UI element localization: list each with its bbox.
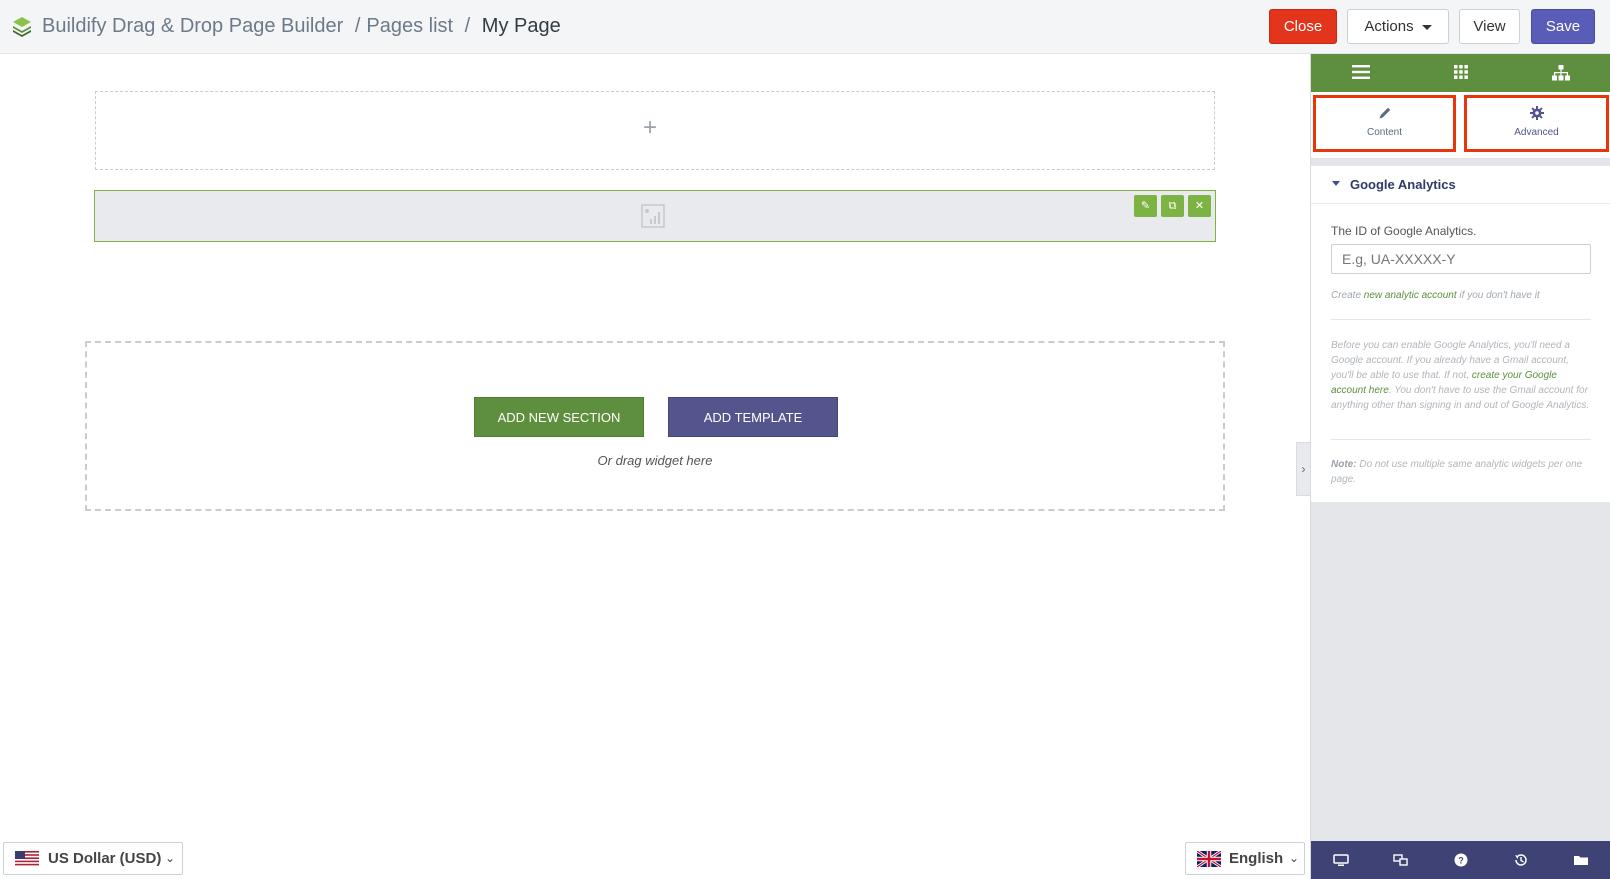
view-button[interactable]: View [1459, 9, 1520, 44]
note-label: Note: [1331, 459, 1357, 470]
close-button[interactable]: Close [1269, 9, 1337, 44]
analytics-info-text: Before you can enable Google Analytics, … [1331, 338, 1591, 413]
svg-text:?: ? [1458, 856, 1464, 866]
panel-top-bar [1311, 54, 1610, 92]
main-dropzone[interactable]: ADD NEW SECTION ADD TEMPLATE Or drag wid… [85, 341, 1225, 511]
add-template-button[interactable]: ADD TEMPLATE [668, 397, 838, 437]
help-suffix: if you don't have it [1456, 290, 1540, 301]
layers-logo-icon [13, 17, 31, 37]
panel-menu-button[interactable] [1311, 54, 1411, 92]
breadcrumb-separator: / [464, 15, 471, 37]
tab-content-label: Content [1366, 127, 1403, 138]
analytics-help-text: Create new analytic account if you don't… [1331, 290, 1591, 301]
pencil-icon [1379, 107, 1390, 119]
language-selector[interactable]: English ⌄ [1185, 842, 1305, 875]
new-analytic-account-link[interactable]: new analytic account [1364, 290, 1457, 301]
tab-advanced-label: Advanced [1514, 127, 1559, 138]
widget-toolbar: ✎ ⧉ ✕ [1134, 195, 1211, 217]
help-icon[interactable]: ? [1453, 852, 1469, 868]
actions-label: Actions [1364, 18, 1414, 35]
caret-down-icon [1421, 24, 1432, 30]
us-flag-icon [15, 851, 39, 867]
top-header: Buildify Drag & Drop Page Builder / Pages… [0, 0, 1610, 54]
add-section-dropzone[interactable]: + [95, 91, 1215, 170]
breadcrumb-separator: / [354, 15, 361, 37]
tab-advanced[interactable]: Advanced [1464, 95, 1609, 152]
chevron-down-icon: ⌄ [1289, 851, 1300, 865]
desktop-icon[interactable] [1333, 852, 1349, 868]
duplicate-widget-icon[interactable]: ⧉ [1161, 195, 1184, 217]
hamburger-icon [1352, 65, 1370, 79]
actions-dropdown-button[interactable]: Actions [1347, 9, 1449, 44]
breadcrumb-home[interactable]: Buildify Drag & Drop Page Builder [42, 15, 343, 37]
note-text: Do not use multiple same analytic widget… [1331, 459, 1583, 485]
grid-icon [1454, 65, 1468, 79]
analytics-id-label: The ID of Google Analytics. [1331, 224, 1477, 238]
analytics-chart-icon [641, 204, 665, 228]
edit-widget-pencil-icon[interactable]: ✎ [1134, 195, 1157, 217]
section-title: Google Analytics [1350, 177, 1456, 192]
analytics-id-input[interactable] [1331, 244, 1591, 274]
gear-icon [1529, 106, 1544, 120]
currency-value: US Dollar (USD) [48, 850, 162, 867]
folder-icon[interactable] [1573, 852, 1589, 868]
breadcrumb: Buildify Drag & Drop Page Builder / Pages… [42, 14, 561, 38]
caret-down-icon [1332, 181, 1340, 186]
divider [1331, 439, 1591, 440]
panel-tabs: Content Advanced [1311, 92, 1610, 196]
tab-content[interactable]: Content [1313, 95, 1456, 152]
breadcrumb-pages-list[interactable]: Pages list [366, 15, 453, 37]
panel-widgets-button[interactable] [1411, 54, 1511, 92]
collapse-panel-chevron-right-icon[interactable]: › [1296, 442, 1310, 496]
help-prefix: Create [1331, 290, 1364, 301]
analytics-note: Note: Do not use multiple same analytic … [1331, 457, 1591, 487]
currency-selector[interactable]: US Dollar (USD) ⌄ [3, 842, 183, 875]
section-google-analytics-header[interactable]: Google Analytics [1311, 166, 1610, 204]
history-icon[interactable] [1513, 852, 1529, 868]
google-analytics-widget[interactable]: ✎ ⧉ ✕ [94, 190, 1216, 242]
sitemap-icon [1552, 65, 1570, 81]
panel-navigator-button[interactable] [1511, 54, 1610, 92]
chevron-down-icon: ⌄ [165, 851, 176, 865]
language-value: English [1229, 850, 1284, 867]
panel-controls: Google Analytics The ID of Google Analyt… [1311, 166, 1610, 502]
uk-flag-icon [1197, 851, 1221, 867]
editor-panel: Content Advanced Google Analytics The ID… [1310, 54, 1610, 879]
add-new-section-button[interactable]: ADD NEW SECTION [474, 397, 644, 437]
plus-icon[interactable]: + [643, 116, 657, 140]
breadcrumb-current-page: My Page [481, 15, 561, 37]
divider [1331, 319, 1591, 320]
save-button[interactable]: Save [1531, 9, 1595, 44]
remove-widget-close-icon[interactable]: ✕ [1188, 195, 1211, 217]
drag-widget-hint: Or drag widget here [597, 453, 713, 468]
responsive-icon[interactable] [1393, 852, 1409, 868]
panel-footer: ? [1311, 841, 1610, 879]
